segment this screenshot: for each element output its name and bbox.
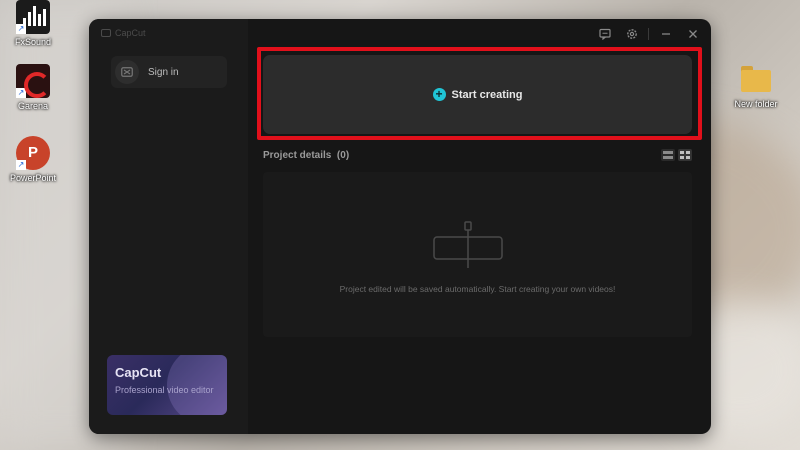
capcut-avatar-icon [115, 60, 139, 84]
timeline-placeholder-icon [433, 220, 503, 275]
minimize-icon[interactable] [659, 27, 672, 40]
project-list-empty: Project edited will be saved automatical… [263, 172, 692, 337]
sign-in-label: Sign in [148, 66, 179, 78]
list-view-icon[interactable] [661, 149, 675, 161]
settings-gear-icon[interactable] [625, 27, 638, 40]
close-icon[interactable] [686, 27, 699, 40]
start-creating-label: Start creating [451, 88, 523, 101]
project-details-heading: Project details (0) [263, 150, 349, 161]
desktop-icon-new-folder[interactable]: New folder [726, 62, 786, 109]
desktop-icon-label: New folder [734, 99, 778, 109]
powerpoint-icon: P ↗ [16, 136, 50, 170]
titlebar-divider [648, 27, 649, 40]
view-toggle [661, 149, 692, 161]
sidebar: CapCut Sign in CapCut Professional video… [89, 19, 248, 434]
grid-view-icon[interactable] [678, 149, 692, 161]
promo-title: CapCut [115, 365, 162, 380]
plus-icon: + [432, 88, 446, 101]
garena-icon: ↗ [16, 64, 50, 98]
powerpoint-glyph: P [27, 144, 38, 161]
desktop-icon-label: Garena [17, 101, 49, 111]
desktop-icon-label: PowerPoint [9, 173, 57, 183]
project-details-label: Project details [263, 150, 332, 161]
app-brand: CapCut [101, 28, 146, 38]
fxsound-icon: ↗ [16, 0, 50, 34]
shortcut-arrow-icon: ↗ [16, 24, 26, 34]
desktop-icon-label: FxSound [14, 37, 52, 47]
desktop-icon-powerpoint[interactable]: P ↗ PowerPoint [3, 136, 63, 183]
project-count: (0) [336, 150, 350, 161]
capcut-window: CapCut Sign in CapCut Professional video… [89, 19, 711, 434]
empty-state-message: Project edited will be saved automatical… [339, 284, 616, 294]
folder-icon [739, 62, 773, 96]
desktop-icon-fxsound[interactable]: ↗ FxSound [3, 0, 63, 47]
promo-subtitle: Professional video editor [115, 385, 214, 395]
shortcut-arrow-icon: ↗ [16, 88, 26, 98]
capcut-logo-icon [101, 29, 111, 37]
start-creating-button[interactable]: + Start creating [263, 55, 692, 134]
desktop-icon-garena[interactable]: ↗ Garena [3, 64, 63, 111]
app-brand-label: CapCut [115, 28, 146, 38]
feedback-icon[interactable] [598, 27, 611, 40]
shortcut-arrow-icon: ↗ [16, 160, 26, 170]
promo-banner[interactable]: CapCut Professional video editor [107, 355, 227, 415]
sign-in-button[interactable]: Sign in [111, 56, 227, 88]
titlebar-controls [598, 27, 699, 40]
main-panel: + Start creating Project details (0) Pro… [248, 19, 711, 434]
